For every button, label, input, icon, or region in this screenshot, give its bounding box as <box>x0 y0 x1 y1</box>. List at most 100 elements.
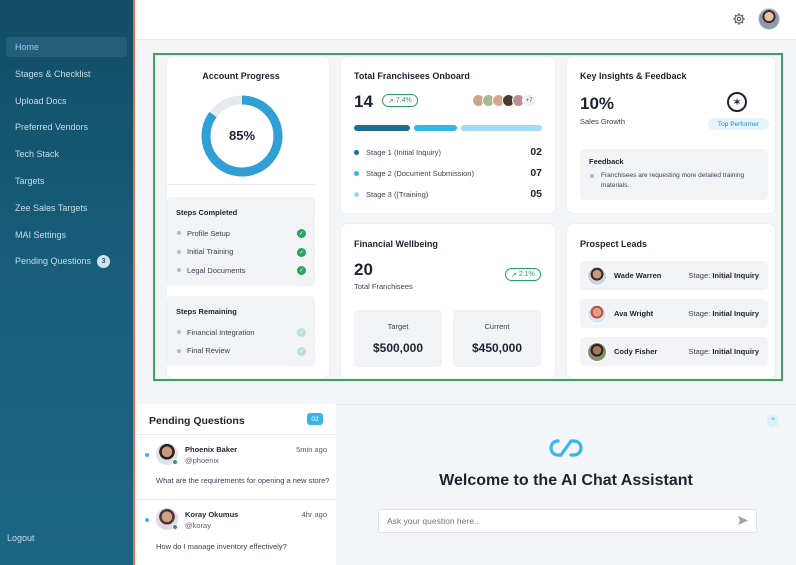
step-item: Final Review ✓ <box>167 342 315 361</box>
lead-row[interactable]: Ava Wright Stage: Initial Inquiry <box>580 299 768 328</box>
step-label: Legal Documents <box>187 265 246 275</box>
current-box: Current $450,000 <box>453 310 541 367</box>
sidebar-item-label: MAI Settings <box>15 229 67 240</box>
stage-2-bar <box>414 125 457 131</box>
current-value: $450,000 <box>471 341 523 355</box>
avatar <box>587 341 607 362</box>
sidebar: Home Stages & Checklist Upload Docs Pref… <box>0 0 135 565</box>
stage-value: 02 <box>530 146 542 158</box>
current-label: Current <box>484 322 510 331</box>
wellbeing-label: Total Franchisees <box>354 282 413 291</box>
stage-prefix: Stage: <box>688 347 711 356</box>
top-performer-badge: Top Performer <box>708 118 769 130</box>
sidebar-item-zee-sales-targets[interactable]: Zee Sales Targets <box>6 198 127 218</box>
card-title: Prospect Leads <box>580 239 648 249</box>
stage-label: Stage 3 ((Training) <box>366 189 429 199</box>
bullet <box>590 174 594 178</box>
sidebar-item-label: Pending Questions <box>15 256 92 267</box>
pending-questions-title: Pending Questions <box>149 415 245 427</box>
question-item[interactable]: Phoenix Baker @phoenix 5min ago What are… <box>137 434 336 499</box>
account-progress-card: Account Progress 85% Steps Completed Pro… <box>167 57 329 378</box>
sidebar-item-preferred-vendors[interactable]: Preferred Vendors <box>6 117 127 137</box>
gear-icon[interactable] <box>732 12 746 26</box>
card-title: Key Insights & Feedback <box>580 71 687 81</box>
sales-growth-value: 10% <box>580 94 615 113</box>
stage-value: 07 <box>530 167 542 179</box>
step-item: Legal Documents ✓ <box>167 261 315 280</box>
pending-questions-count: 02 <box>307 413 323 425</box>
sidebar-item-pending-questions[interactable]: Pending Questions 3 <box>6 251 127 271</box>
change-value: 7.4% <box>395 97 412 104</box>
sidebar-item-upload-docs[interactable]: Upload Docs <box>6 91 127 111</box>
onboard-change-pill: ↗ 7.4% <box>382 94 418 107</box>
target-box: Target $500,000 <box>354 310 442 367</box>
lead-stage: Stage: Initial Inquiry <box>689 271 759 280</box>
stage-value: Initial Inquiry <box>712 347 759 356</box>
lead-stage: Stage: Initial Inquiry <box>689 347 759 356</box>
sidebar-item-mai-settings[interactable]: MAI Settings <box>6 225 127 245</box>
pending-questions-panel: Pending Questions 02 Phoenix Baker @phoe… <box>137 404 336 565</box>
trend-up-icon: ↗ <box>511 271 519 279</box>
sidebar-item-label: Stages & Checklist <box>15 68 91 79</box>
bullet <box>177 231 181 236</box>
bullet <box>177 249 181 254</box>
progress-ring: 85% <box>201 95 283 177</box>
pending-count-badge: 3 <box>97 254 111 268</box>
question-item[interactable]: Koray Okumus @koray 4hr ago How do I man… <box>137 499 336 565</box>
send-icon[interactable] <box>737 515 749 526</box>
step-item: Financial Integration ✓ <box>167 323 315 342</box>
progress-percent: 85% <box>229 128 255 143</box>
sidebar-item-label: Home <box>15 42 40 52</box>
online-status-dot <box>172 459 178 465</box>
lead-row[interactable]: Wade Warren Stage: Initial Inquiry <box>580 261 768 290</box>
stage-row: Stage 2 (Document Submission) 07 <box>354 167 542 179</box>
prospect-leads-card: Prospect Leads Wade Warren Stage: Initia… <box>567 224 775 378</box>
step-item: Profile Setup ✓ <box>167 224 315 243</box>
lead-name: Ava Wright <box>614 309 654 318</box>
unread-dot <box>145 518 149 522</box>
stage-value: 05 <box>530 188 542 200</box>
lead-name: Wade Warren <box>614 271 662 280</box>
question-time: 4hr ago <box>301 510 327 519</box>
sidebar-item-home[interactable]: Home <box>6 37 127 57</box>
avatar-stack: +7 <box>472 94 536 107</box>
stage-dot <box>354 149 359 155</box>
steps-completed-box: Steps Completed Profile Setup ✓ Initial T… <box>167 197 315 286</box>
stage-label: Stage 1 (Initial Inquiry) <box>366 147 442 157</box>
chat-logo-icon <box>549 439 583 457</box>
sidebar-item-targets[interactable]: Targets <box>6 171 127 191</box>
key-insights-card: Key Insights & Feedback 10% Sales Growth… <box>567 57 775 213</box>
question-time: 5min ago <box>296 445 327 454</box>
lead-row[interactable]: Cody Fisher Stage: Initial Inquiry <box>580 337 768 366</box>
stage-dot <box>354 191 359 197</box>
step-label: Initial Training <box>187 247 234 257</box>
avatar <box>587 265 607 286</box>
card-title: Financial Wellbeing <box>354 239 438 249</box>
logout-link[interactable]: Logout <box>7 533 35 543</box>
chevron-up-icon[interactable]: ⌃ <box>767 415 779 427</box>
avatar <box>587 303 607 324</box>
target-value: $500,000 <box>372 341 424 355</box>
feedback-title: Feedback <box>589 157 624 166</box>
sidebar-item-stages-checklist[interactable]: Stages & Checklist <box>6 64 127 84</box>
check-icon: ✓ <box>297 229 306 238</box>
user-avatar[interactable] <box>758 8 780 30</box>
question-handle: @koray <box>185 521 211 530</box>
steps-remaining-box: Steps Remaining Financial Integration ✓ F… <box>167 296 315 366</box>
wellbeing-count: 20 <box>354 260 373 279</box>
step-label: Financial Integration <box>187 327 255 337</box>
chat-welcome-heading: Welcome to the AI Chat Assistant <box>439 472 693 489</box>
chat-question-input[interactable] <box>378 509 757 533</box>
steps-completed-title: Steps Completed <box>176 208 238 217</box>
step-label: Final Review <box>187 346 230 356</box>
question-text: How do I manage inventory effectively? <box>156 542 287 551</box>
franchisees-onboard-card: Total Franchisees Onboard 14 ↗ 7.4% +7 S… <box>341 57 555 213</box>
bullet <box>177 348 181 353</box>
lead-name: Cody Fisher <box>614 347 658 356</box>
bullet <box>177 268 181 273</box>
check-icon: ✓ <box>297 266 306 275</box>
question-handle: @phoenix <box>185 456 219 465</box>
sidebar-item-tech-stack[interactable]: Tech Stack <box>6 144 127 164</box>
stage-dot <box>354 170 359 176</box>
check-icon: ✓ <box>297 247 306 257</box>
